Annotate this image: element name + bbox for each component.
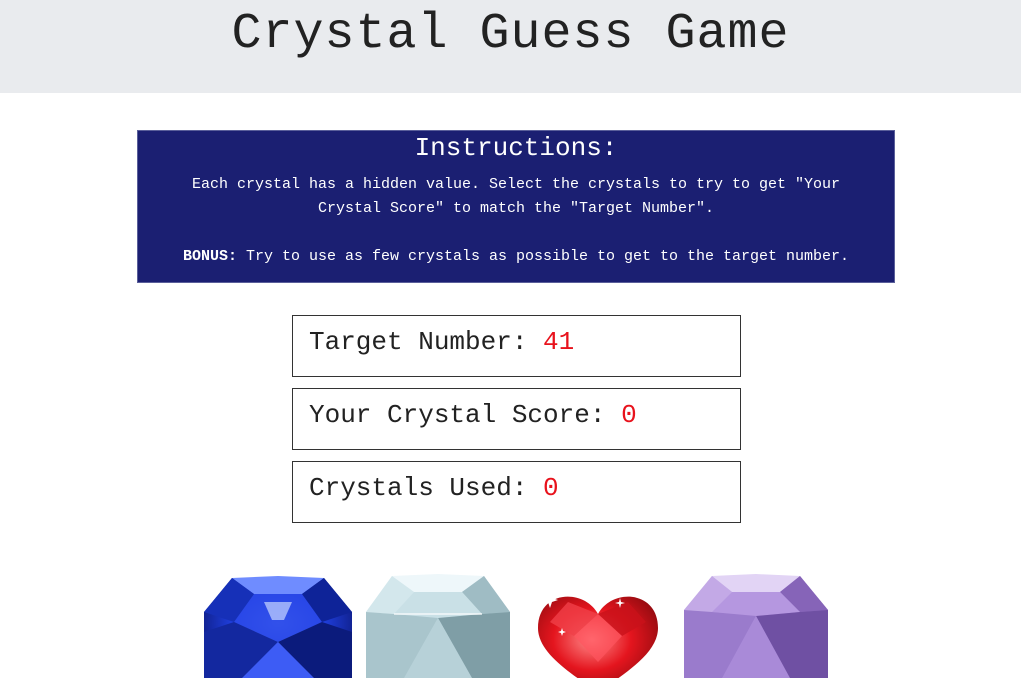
crystals-used-box: Crystals Used: 0 xyxy=(292,461,741,523)
crystals-used-value: 0 xyxy=(543,473,559,503)
crystal-score-box: Your Crystal Score: 0 xyxy=(292,388,741,450)
bonus-label: BONUS: xyxy=(182,248,237,265)
blue-crystal-button[interactable] xyxy=(202,572,354,683)
instructions-panel: Instructions: Each crystal has a hidden … xyxy=(137,130,895,283)
target-number-value: 41 xyxy=(543,327,575,357)
page-header: Crystal Guess Game xyxy=(0,0,1021,93)
purple-crystal-button[interactable] xyxy=(682,572,830,683)
instructions-text: Each crystal has a hidden value. Select … xyxy=(191,176,841,217)
red-heart-crystal-icon xyxy=(538,592,658,683)
clear-crystal-icon xyxy=(366,574,510,678)
target-number-label: Target Number: xyxy=(309,327,544,357)
red-heart-crystal-button[interactable] xyxy=(528,572,668,683)
crystals-used-label: Crystals Used: xyxy=(309,473,544,503)
target-number-box: Target Number: 41 xyxy=(292,315,741,377)
page-title: Crystal Guess Game xyxy=(231,6,790,63)
instructions-title: Instructions: xyxy=(414,133,618,163)
bonus-description: Try to use as few crystals as possible t… xyxy=(236,248,850,265)
crystal-score-label: Your Crystal Score: xyxy=(309,400,622,430)
crystal-score-value: 0 xyxy=(621,400,637,430)
blue-crystal-icon xyxy=(204,576,352,678)
bonus-text: BONUS: Try to use as few crystals as pos… xyxy=(138,245,894,269)
purple-crystal-icon xyxy=(684,574,828,678)
clear-crystal-button[interactable] xyxy=(364,572,512,683)
